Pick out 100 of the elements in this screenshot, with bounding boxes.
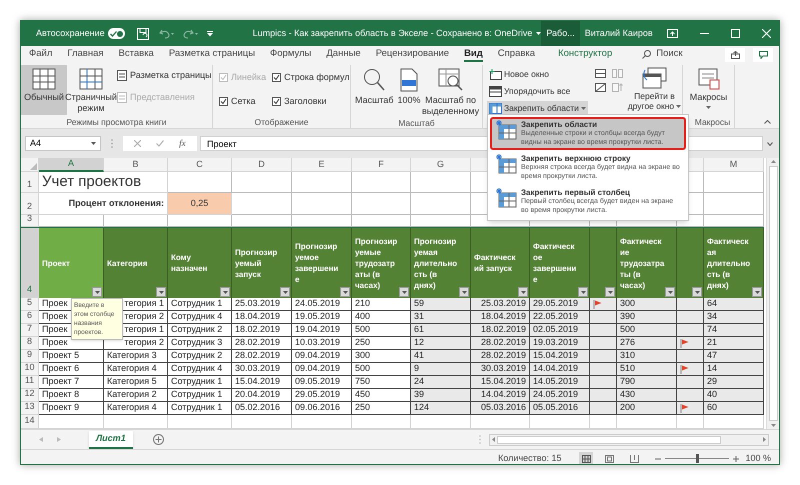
deviation-value: 0,25 (168, 193, 232, 215)
checkbox-label: Линейка (231, 71, 266, 84)
window-option-button[interactable]: Новое окно (487, 67, 588, 81)
column-title: Фактический запуск (474, 252, 517, 274)
table-cell: Сотрудник 1 (168, 389, 232, 402)
table-cell: тегория 2 (104, 337, 168, 350)
column-title: Фактическое завершение (533, 241, 578, 285)
table-cell: 24 (411, 376, 471, 389)
table-cell: 510 (617, 363, 677, 376)
table-cell: 15.04.2019 (530, 350, 590, 363)
column-header[interactable]: M (704, 158, 764, 172)
ribbon-tab[interactable]: Формулы (270, 47, 312, 62)
table-cell: 750 (352, 376, 411, 389)
table-cell: 20.04.2019 (232, 389, 292, 402)
column-title: Категория (107, 258, 148, 268)
view-mode-button[interactable]: Обычный (21, 65, 67, 115)
zoom-button[interactable]: Масштаб по выделенному (424, 68, 477, 117)
ribbon-tab[interactable]: Конструктор (558, 47, 612, 62)
table-cell: 25.03.2019 (471, 298, 530, 311)
column-header[interactable]: B (104, 158, 168, 172)
group-label: Режимы просмотра книги (65, 116, 168, 128)
table-cell: 21 (704, 337, 764, 350)
ribbon-tab[interactable]: Данные (326, 47, 361, 62)
ribbon-tab[interactable]: Рецензирование (376, 47, 450, 62)
table-cell: 60 (704, 402, 764, 415)
column-header[interactable]: E (292, 158, 352, 172)
row-number: 1 (21, 172, 39, 193)
checkbox-label: Строка формул (284, 71, 350, 84)
table-cell: 210 (352, 298, 411, 311)
group-label: Масштаб (397, 117, 436, 129)
column-title: Прогнозируемое завершение (295, 241, 340, 285)
table-cell: Проект 6 (39, 363, 104, 376)
column-header[interactable]: A (39, 158, 104, 172)
table-cell: 15.04.2019 (232, 376, 292, 389)
table-cell: Категория 4 (104, 363, 168, 376)
table-cell: Проект 5 (39, 350, 104, 363)
table-cell: 450 (352, 389, 411, 402)
table-cell: 09.04.2019 (292, 363, 352, 376)
table-cell: 28.02.2019 (471, 337, 530, 350)
table-cell: Сотрудник 1 (168, 402, 232, 415)
group-label: Макросы (694, 116, 732, 128)
table-cell: 09.05.2019 (292, 376, 352, 389)
row-number: 12 (21, 389, 39, 402)
row-number: 14 (21, 415, 39, 429)
table-cell: 390 (617, 311, 677, 324)
table-cell: Сотрудник 4 (168, 311, 232, 324)
table-cell: 200 (617, 402, 677, 415)
ribbon-tab[interactable]: Справка (498, 47, 536, 62)
search-field[interactable]: Поиск (656, 47, 696, 62)
column-header[interactable]: C (168, 158, 232, 172)
row-number: 6 (21, 311, 39, 324)
table-cell: Сотрудник 3 (168, 337, 232, 350)
table-cell: 430 (617, 389, 677, 402)
column-header[interactable]: F (352, 158, 411, 172)
window-option-button[interactable]: Закрепить области (487, 101, 588, 115)
table-cell: 09.06.2016 (292, 402, 352, 415)
table-cell: Сотрудник 2 (168, 324, 232, 337)
sheet-tab[interactable]: Лист1 (89, 430, 133, 448)
column-header[interactable]: D (232, 158, 292, 172)
name-box[interactable]: A4 (25, 136, 101, 151)
zoom-button[interactable]: Масштаб (355, 68, 394, 106)
checkbox-label: Сетка (231, 94, 256, 108)
insert-function-button[interactable]: fx (179, 136, 186, 150)
ribbon-tab[interactable]: Файл (29, 47, 52, 62)
autosave-label: Автосохранение (36, 26, 105, 40)
column-title: Фактическая длительность (в днях) (707, 236, 752, 290)
column-title: Прогнозируемая длительность (в днях) (414, 236, 458, 290)
table-cell: 300 (617, 298, 677, 311)
ribbon-tab[interactable]: Разметка страницы (168, 47, 256, 62)
ribbon-tab[interactable]: Вставка (118, 47, 154, 62)
table-cell: 10.03.2019 (292, 337, 352, 350)
table-cell: Сотрудник 2 (168, 350, 232, 363)
column-header[interactable]: G (411, 158, 471, 172)
row-number: 3 (21, 215, 39, 227)
table-cell: 14.04.2019 (471, 389, 530, 402)
row-number: 2 (21, 193, 39, 215)
table-cell: 18.02.2019 (471, 324, 530, 337)
column-title: Фактические трудозатраты (в часах) (620, 236, 665, 290)
zoom-level[interactable]: 100 % (745, 452, 771, 464)
row-number: 8 (21, 337, 39, 350)
view-option-button[interactable]: Разметка страницы (117, 69, 212, 82)
table-cell: 19.03.2019 (530, 337, 590, 350)
view-mode-button[interactable]: Страничный режим (67, 65, 115, 115)
column-title: Кому назначен (171, 252, 208, 274)
table-cell: 30.03.2019 (232, 363, 292, 376)
ribbon-tab[interactable]: Главная (67, 47, 104, 62)
table-cell: Категория 2 (104, 389, 168, 402)
table-cell: 05.02.2016 (232, 402, 292, 415)
ribbon-tab[interactable]: Вид (464, 47, 483, 62)
macros-button[interactable]: Макросы (683, 65, 734, 116)
table-cell: 74 (704, 324, 764, 337)
table-cell: Проект 9 (39, 402, 104, 415)
table-cell: 61 (411, 324, 471, 337)
zoom-button[interactable]: 100% (398, 68, 421, 106)
user-name[interactable]: Виталий Каиров (584, 26, 653, 40)
table-cell: Категория 4 (104, 402, 168, 415)
row-number: 10 (21, 363, 39, 376)
window-option-button[interactable]: Упорядочить все (487, 84, 588, 98)
workspace-button[interactable]: Рабо... (541, 21, 580, 46)
table-cell: 30.03.2019 (471, 363, 530, 376)
